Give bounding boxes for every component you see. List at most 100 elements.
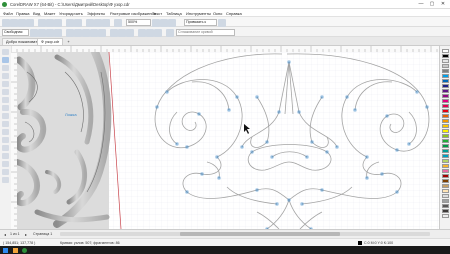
ellipse-tool-icon[interactable] bbox=[2, 105, 9, 111]
crop-tool-icon[interactable] bbox=[2, 65, 9, 71]
palette-swatch[interactable] bbox=[442, 154, 449, 158]
zoom-tool-icon[interactable] bbox=[2, 73, 9, 79]
break-curve-icon[interactable] bbox=[54, 28, 62, 37]
menu-layout[interactable]: Макет bbox=[44, 11, 55, 16]
save-icon[interactable] bbox=[18, 18, 26, 27]
freehand-tool-icon[interactable] bbox=[2, 81, 9, 87]
drop-shadow-tool-icon[interactable] bbox=[2, 145, 9, 151]
menu-arrange[interactable]: Упорядочить bbox=[59, 11, 83, 16]
options-icon[interactable] bbox=[218, 18, 226, 27]
palette-swatch[interactable] bbox=[442, 199, 449, 203]
join-nodes-icon[interactable] bbox=[46, 28, 54, 37]
add-tab-icon[interactable]: + bbox=[65, 38, 72, 45]
menu-bitmaps[interactable]: Растровые изображения bbox=[110, 11, 156, 16]
open-icon[interactable] bbox=[10, 18, 18, 27]
palette-swatch[interactable] bbox=[442, 189, 449, 193]
palette-swatch[interactable] bbox=[442, 159, 449, 163]
parallel-dimension-tool-icon[interactable] bbox=[2, 129, 9, 135]
start-button-icon[interactable] bbox=[3, 247, 8, 253]
eyedropper-tool-icon[interactable] bbox=[2, 161, 9, 167]
add-node-icon[interactable] bbox=[30, 28, 38, 37]
full-screen-icon[interactable] bbox=[152, 18, 160, 27]
palette-swatch[interactable] bbox=[442, 194, 449, 198]
smart-fill-tool-icon[interactable] bbox=[2, 177, 9, 183]
menu-effects[interactable]: Эффекты bbox=[87, 11, 105, 16]
menu-file[interactable]: Файл bbox=[3, 11, 13, 16]
palette-swatch[interactable] bbox=[442, 179, 449, 183]
palette-swatch[interactable] bbox=[442, 129, 449, 133]
redo-icon[interactable] bbox=[74, 18, 82, 27]
align-nodes-icon[interactable] bbox=[154, 28, 162, 37]
zoom-level-select[interactable]: 500% bbox=[126, 18, 151, 26]
menu-view[interactable]: Вид bbox=[33, 11, 40, 16]
menu-text[interactable]: Текст bbox=[152, 11, 162, 16]
snap-to-dropdown[interactable]: Привязать к bbox=[184, 18, 217, 26]
first-page-icon[interactable]: ◂ bbox=[4, 232, 6, 237]
coreldraw-taskbar-icon[interactable] bbox=[22, 247, 27, 253]
menu-help[interactable]: Справка bbox=[226, 11, 242, 16]
explorer-taskbar-icon[interactable] bbox=[13, 247, 18, 253]
fill-color-swatch[interactable] bbox=[358, 241, 362, 245]
palette-swatch[interactable] bbox=[442, 174, 449, 178]
palette-swatch[interactable] bbox=[442, 139, 449, 143]
launch-icon[interactable] bbox=[114, 18, 122, 27]
transparency-tool-icon[interactable] bbox=[2, 153, 9, 159]
palette-swatch[interactable] bbox=[442, 119, 449, 123]
tab-document[interactable]: Ф узор.cdr bbox=[37, 38, 64, 45]
tab-page-1[interactable]: Страница 1 bbox=[33, 232, 52, 236]
delete-node-icon[interactable] bbox=[38, 28, 46, 37]
copy-icon[interactable] bbox=[46, 18, 54, 27]
palette-swatch[interactable] bbox=[442, 49, 449, 53]
palette-swatch[interactable] bbox=[442, 79, 449, 83]
export-icon[interactable] bbox=[102, 18, 110, 27]
selection-mode-select[interactable]: Свободная bbox=[2, 28, 29, 36]
to-curve-icon[interactable] bbox=[74, 28, 82, 37]
new-document-icon[interactable] bbox=[2, 18, 10, 27]
import-icon[interactable] bbox=[94, 18, 102, 27]
close-button[interactable]: ✕ bbox=[438, 1, 448, 7]
grid-icon[interactable] bbox=[168, 18, 176, 27]
menu-window[interactable]: Окно bbox=[213, 11, 222, 16]
pick-tool-icon[interactable] bbox=[2, 49, 9, 55]
palette-swatch[interactable] bbox=[442, 184, 449, 188]
palette-swatch[interactable] bbox=[442, 104, 449, 108]
connector-tool-icon[interactable] bbox=[2, 137, 9, 143]
artistic-media-tool-icon[interactable] bbox=[2, 89, 9, 95]
palette-swatch[interactable] bbox=[442, 124, 449, 128]
extract-subpath-icon[interactable] bbox=[126, 28, 134, 37]
paste-icon[interactable] bbox=[54, 18, 62, 27]
palette-swatch[interactable] bbox=[442, 149, 449, 153]
curve-smoothness-slider[interactable]: Сглаживание кривой bbox=[176, 28, 235, 36]
reduce-nodes-icon[interactable] bbox=[166, 28, 174, 37]
search-content-icon[interactable] bbox=[86, 18, 94, 27]
menu-tools[interactable]: Инструменты bbox=[186, 11, 211, 16]
palette-swatch[interactable] bbox=[442, 214, 449, 218]
rectangle-tool-icon[interactable] bbox=[2, 97, 9, 103]
smooth-node-icon[interactable] bbox=[90, 28, 98, 37]
horizontal-scrollbar[interactable] bbox=[60, 232, 430, 236]
extend-curve-icon[interactable] bbox=[118, 28, 126, 37]
palette-swatch[interactable] bbox=[442, 59, 449, 63]
palette-swatch[interactable] bbox=[442, 114, 449, 118]
palette-swatch[interactable] bbox=[442, 109, 449, 113]
menu-edit[interactable]: Правка bbox=[16, 11, 30, 16]
polygon-tool-icon[interactable] bbox=[2, 113, 9, 119]
last-page-icon[interactable]: ▸ bbox=[25, 232, 27, 237]
cusp-node-icon[interactable] bbox=[82, 28, 90, 37]
palette-swatch[interactable] bbox=[442, 209, 449, 213]
palette-swatch[interactable] bbox=[442, 84, 449, 88]
rulers-icon[interactable] bbox=[160, 18, 168, 27]
stretch-nodes-icon[interactable] bbox=[138, 28, 146, 37]
drawing-canvas[interactable]: Ложка bbox=[17, 52, 439, 229]
palette-swatch[interactable] bbox=[442, 169, 449, 173]
undo-icon[interactable] bbox=[66, 18, 74, 27]
palette-swatch[interactable] bbox=[442, 94, 449, 98]
minimize-button[interactable]: — bbox=[416, 1, 426, 7]
print-icon[interactable] bbox=[26, 18, 34, 27]
palette-swatch[interactable] bbox=[442, 164, 449, 168]
palette-swatch[interactable] bbox=[442, 144, 449, 148]
symmetric-node-icon[interactable] bbox=[98, 28, 106, 37]
interactive-fill-tool-icon[interactable] bbox=[2, 169, 9, 175]
cut-icon[interactable] bbox=[38, 18, 46, 27]
palette-swatch[interactable] bbox=[442, 204, 449, 208]
